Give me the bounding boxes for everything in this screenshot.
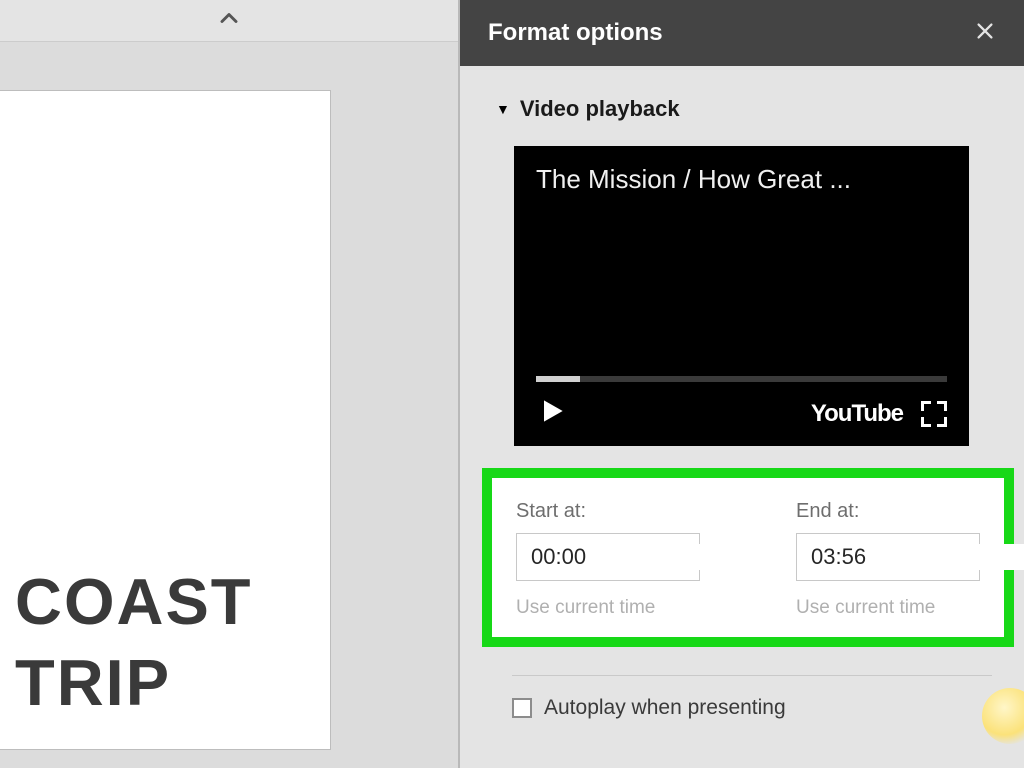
slide-canvas[interactable]: COAST TRIP: [0, 90, 331, 750]
slide-title-line-1: COAST: [15, 565, 253, 638]
start-time-input-row: [516, 533, 700, 581]
panel-title: Format options: [488, 19, 663, 47]
fullscreen-icon: [921, 401, 931, 411]
end-use-current-time[interactable]: Use current time: [796, 597, 980, 619]
start-use-current-time[interactable]: Use current time: [516, 597, 700, 619]
slide-title-text[interactable]: COAST TRIP: [15, 561, 253, 724]
play-button[interactable]: [536, 395, 568, 432]
video-preview-wrap: The Mission / How Great ... YouTube: [514, 146, 996, 446]
video-preview[interactable]: The Mission / How Great ... YouTube: [514, 146, 969, 446]
end-time-label: End at:: [796, 500, 980, 523]
autoplay-checkbox[interactable]: [512, 698, 532, 718]
format-options-panel: Format options ▼ Video playback The Miss…: [458, 0, 1024, 768]
start-time-label: Start at:: [516, 500, 700, 523]
section-divider: [512, 675, 992, 676]
highlight-glow-icon: [982, 688, 1024, 744]
close-button[interactable]: [974, 20, 996, 47]
end-time-input-row: [796, 533, 980, 581]
autoplay-row: Autoplay when presenting: [460, 696, 1024, 720]
video-progress-fill: [536, 376, 580, 382]
video-playback-section: ▼ Video playback The Mission / How Great…: [460, 66, 1024, 456]
fullscreen-button[interactable]: [921, 401, 947, 427]
video-progress-track[interactable]: [536, 376, 947, 382]
app-root: COAST TRIP Format options ▼ Video playba…: [0, 0, 1024, 768]
panel-header: Format options: [460, 0, 1024, 66]
close-icon: [974, 29, 996, 46]
collapse-toolbar-button[interactable]: [0, 0, 458, 42]
time-range-region: Start at: Use current time End at:: [482, 468, 1014, 647]
section-title: Video playback: [520, 96, 680, 122]
editor-area: COAST TRIP: [0, 0, 458, 768]
video-title: The Mission / How Great ...: [536, 164, 947, 195]
end-time-input[interactable]: [797, 544, 1024, 570]
caret-down-icon: ▼: [496, 101, 510, 117]
start-time-column: Start at: Use current time: [516, 500, 700, 619]
slide-title-line-2: TRIP: [15, 646, 171, 719]
autoplay-label: Autoplay when presenting: [544, 696, 786, 720]
video-right-controls: YouTube: [811, 400, 947, 428]
chevron-up-icon: [215, 4, 243, 37]
section-toggle[interactable]: ▼ Video playback: [496, 96, 996, 122]
video-controls: YouTube: [536, 395, 947, 432]
start-time-input[interactable]: [517, 544, 833, 570]
play-icon: [536, 414, 568, 431]
end-time-column: End at: Use current time: [796, 500, 980, 619]
youtube-logo[interactable]: YouTube: [811, 400, 903, 428]
